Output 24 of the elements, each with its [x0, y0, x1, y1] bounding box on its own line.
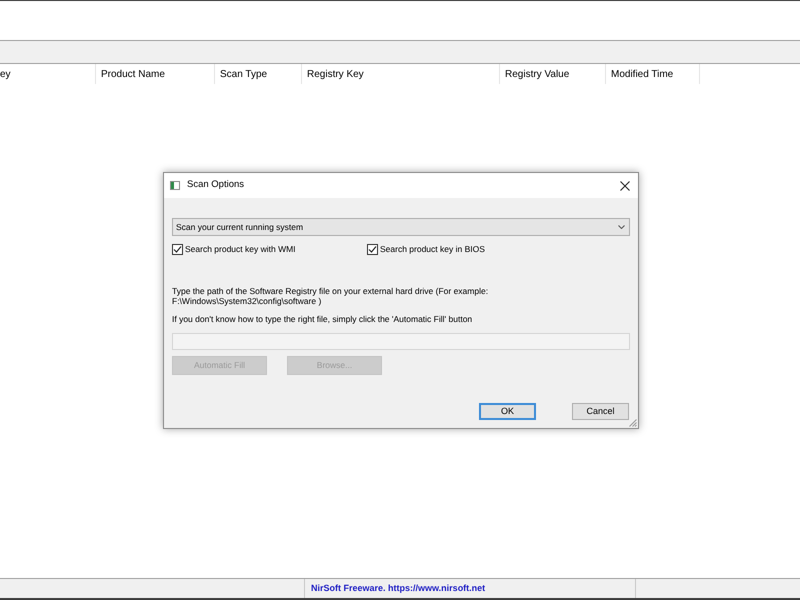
checkmark-icon: [173, 244, 182, 254]
checkbox[interactable]: [367, 244, 378, 254]
window-title: Scan Options: [187, 178, 244, 192]
app-icon: [170, 181, 180, 190]
hint-text: If you don't know how to type the right file, simply click the 'Automatic Fill' button: [172, 314, 474, 324]
column-header[interactable]: Registry Value: [500, 64, 606, 84]
column-header[interactable]: Registry Key: [302, 64, 500, 84]
column-header[interactable]: Modified Time: [606, 64, 700, 84]
column-header[interactable]: Scan Type: [215, 64, 302, 84]
dialog-button[interactable]: OK: [479, 403, 536, 420]
column-header[interactable]: ey: [0, 64, 96, 84]
checkmark-icon: [368, 244, 377, 254]
checkbox-label: Search product key in BIOS: [380, 242, 485, 256]
resize-grip-icon[interactable]: [629, 419, 637, 427]
checkbox-label: Search product key with WMI: [185, 242, 296, 256]
status-link[interactable]: NirSoft Freeware. https://www.nirsoft.net: [311, 582, 486, 596]
checkbox[interactable]: [172, 244, 183, 254]
dialog-button[interactable]: Cancel: [572, 403, 629, 420]
column-header[interactable]: Product Name: [96, 64, 215, 84]
dropdown[interactable]: Scan your current running system: [172, 218, 630, 236]
instruction-text: Type the path of the Software Registry file on your external hard drive (For example: F:\Windows\System32\config\software ): [172, 286, 490, 306]
close-button[interactable]: [618, 178, 632, 192]
close-icon: [620, 180, 630, 190]
chevron-down-icon: [618, 225, 625, 229]
